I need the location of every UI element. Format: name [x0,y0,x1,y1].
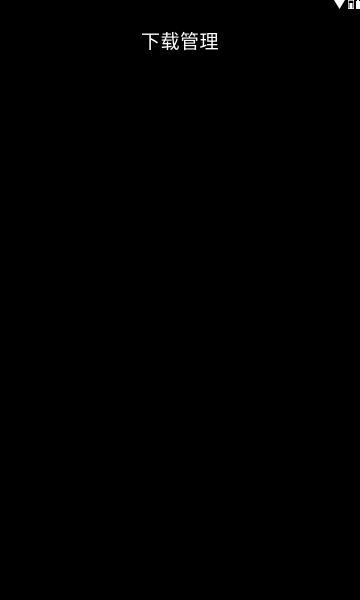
status-icons [334,0,360,12]
page-title: 下载管理 [140,30,219,53]
download-list-area [0,60,360,600]
battery-icon [356,0,360,9]
title-bar: 下载管理 [0,24,360,56]
signal-icon [348,0,354,9]
download-manager-screen: 下载管理 [0,0,360,600]
status-bar [0,0,360,12]
wifi-icon [334,0,345,9]
